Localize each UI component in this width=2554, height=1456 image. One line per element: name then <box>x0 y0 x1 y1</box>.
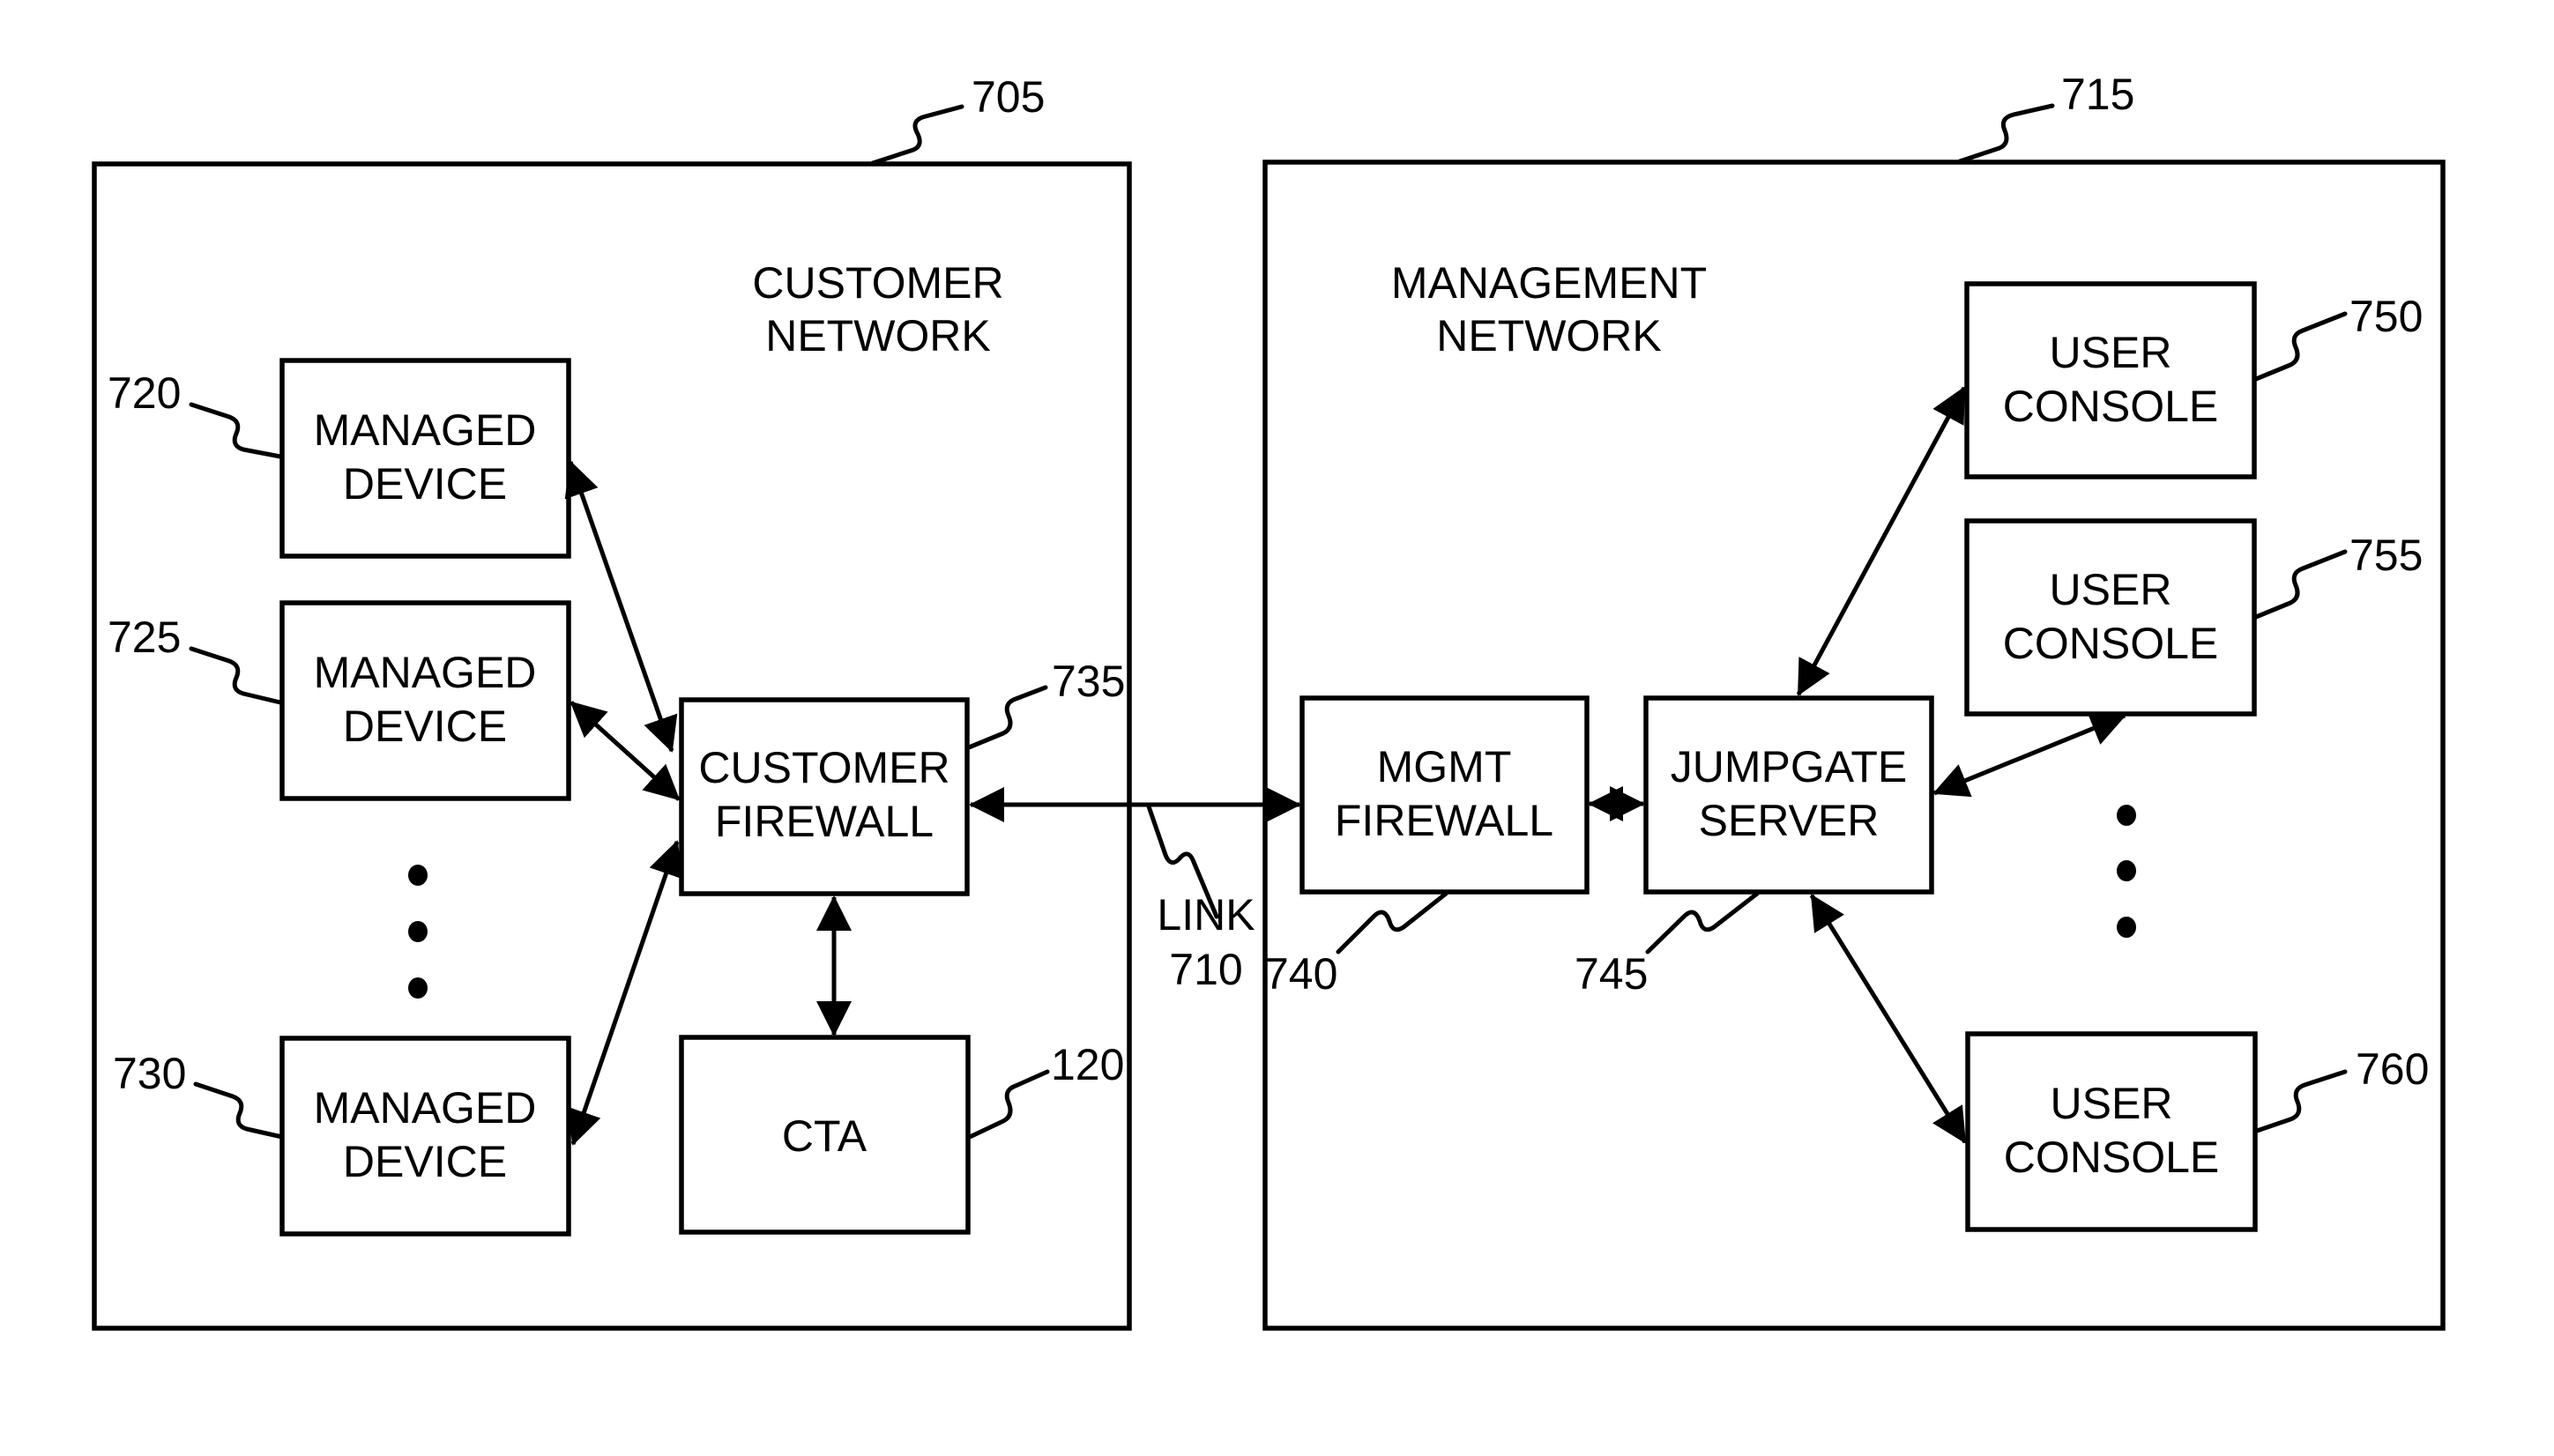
connector-jumpgate-console-750 <box>1796 386 1967 696</box>
mgmt-firewall-label-line-1: MGMT <box>1377 742 1512 791</box>
customer-network-title-line-1: CUSTOMER <box>752 258 1003 308</box>
customer-firewall-735: CUSTOMER FIREWALL <box>679 697 970 896</box>
ref-740-label: 740 <box>1264 949 1337 999</box>
ref-755-label: 755 <box>2349 531 2423 580</box>
ellipsis-dot <box>408 865 428 886</box>
network-diagram: CUSTOMER NETWORK 705 MANAGED DEVICE 720 … <box>92 70 2446 1331</box>
jumpgate-server-box <box>1643 695 1934 895</box>
jumpgate-server-label-line-1: JUMPGATE <box>1671 742 1908 791</box>
user-console-label-line-2: CONSOLE <box>2003 619 2219 668</box>
ellipsis-dot <box>408 977 428 999</box>
managed-device-720: MANAGED DEVICE <box>279 358 571 559</box>
user-console-750: USER CONSOLE <box>1964 281 2257 479</box>
ref-720-label: 720 <box>108 368 181 418</box>
ellipsis-dot <box>2117 860 2136 881</box>
management-network: MANAGEMENT NETWORK 715 MGMT FIREWALL 740… <box>1262 70 2446 1331</box>
mgmt-firewall-740: MGMT FIREWALL <box>1299 695 1590 895</box>
ref-760-leader <box>2254 1069 2348 1133</box>
managed-device-label-line-1: MANAGED <box>314 405 537 455</box>
customer-network: CUSTOMER NETWORK 705 MANAGED DEVICE 720 … <box>92 72 1132 1331</box>
ref-735-label: 735 <box>1052 657 1125 706</box>
customer-network-title-line-2: NETWORK <box>765 311 991 360</box>
ellipsis-dot <box>2117 917 2136 938</box>
customer-firewall-label-line-2: FIREWALL <box>715 797 934 846</box>
managed-device-box <box>279 1036 571 1237</box>
ref-715-leader <box>1957 103 2055 164</box>
ref-750-label: 750 <box>2349 292 2423 341</box>
link-label-line-2: 710 <box>1169 945 1242 994</box>
ref-725-label: 725 <box>108 613 181 662</box>
connector-720-firewall <box>564 460 678 753</box>
managed-device-label-line-2: DEVICE <box>343 702 507 751</box>
jumpgate-server-label-line-2: SERVER <box>1699 796 1880 845</box>
user-console-760: USER CONSOLE <box>1965 1031 2258 1232</box>
ref-740-leader <box>1336 891 1448 955</box>
ref-735-leader <box>966 685 1048 750</box>
ellipsis-dot <box>2117 805 2136 826</box>
mgmt-firewall-box <box>1299 695 1590 895</box>
user-console-label-line-2: CONSOLE <box>2003 382 2219 431</box>
connector-730-firewall <box>567 840 683 1146</box>
ref-715-label: 715 <box>2061 70 2134 119</box>
user-console-label-line-1: USER <box>2050 328 2172 377</box>
connector-725-firewall <box>570 701 681 801</box>
managed-device-box <box>279 358 571 559</box>
cta-120: CTA <box>679 1035 971 1235</box>
customer-firewall-label-line-1: CUSTOMER <box>698 743 949 792</box>
link-label-line-1: LINK <box>1157 890 1255 940</box>
ref-720-leader <box>189 402 283 459</box>
ref-120-leader <box>967 1069 1050 1140</box>
management-network-title-line-1: MANAGEMENT <box>1391 258 1707 308</box>
jumpgate-server-745: JUMPGATE SERVER <box>1643 695 1934 895</box>
ref-745-label: 745 <box>1575 949 1648 999</box>
management-network-title-line-2: NETWORK <box>1436 311 1662 360</box>
managed-device-label-line-1: MANAGED <box>314 648 537 697</box>
ellipsis-dot <box>408 921 428 942</box>
managed-device-box <box>279 600 571 801</box>
connector-jumpgate-console-755 <box>1932 711 2126 798</box>
user-console-label-line-1: USER <box>2050 565 2172 614</box>
ref-705-label: 705 <box>972 72 1045 122</box>
mgmt-firewall-label-line-2: FIREWALL <box>1335 796 1553 845</box>
user-console-label-line-2: CONSOLE <box>2004 1133 2220 1182</box>
ref-120-label: 120 <box>1051 1040 1124 1089</box>
ref-730-leader <box>193 1081 285 1140</box>
user-console-755: USER CONSOLE <box>1964 518 2257 717</box>
user-console-box <box>1964 281 2257 479</box>
link-710: LINK 710 <box>969 787 1301 994</box>
managed-device-label-line-1: MANAGED <box>314 1083 537 1133</box>
user-console-box <box>1964 518 2257 717</box>
connector-jumpgate-console-760 <box>1809 894 1968 1144</box>
ref-725-leader <box>189 646 283 705</box>
ref-760-label: 760 <box>2356 1044 2429 1094</box>
managed-device-label-line-2: DEVICE <box>343 1137 507 1186</box>
managed-device-label-line-2: DEVICE <box>343 459 507 509</box>
user-console-label-line-1: USER <box>2051 1079 2173 1128</box>
cta-label: CTA <box>782 1111 867 1161</box>
ref-750-leader <box>2253 311 2348 382</box>
ref-705-leader <box>870 104 964 166</box>
user-console-box <box>1965 1031 2258 1232</box>
ref-745-leader <box>1645 891 1760 955</box>
ref-755-leader <box>2253 549 2348 620</box>
managed-device-730: MANAGED DEVICE <box>279 1036 571 1237</box>
ref-730-label: 730 <box>113 1049 186 1098</box>
managed-device-725: MANAGED DEVICE <box>279 600 571 801</box>
